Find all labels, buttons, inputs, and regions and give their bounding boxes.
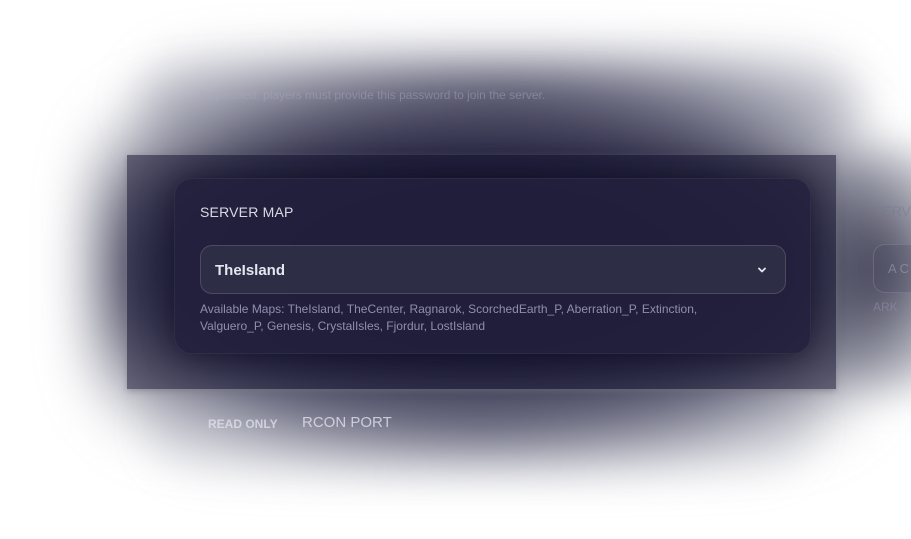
right-field-input[interactable]: A C	[873, 244, 911, 293]
right-field-help-text: ARK	[873, 300, 898, 314]
read-only-badge: READ ONLY	[208, 417, 278, 431]
password-help-text: If specified, players must provide this …	[199, 88, 546, 102]
server-map-card: SERVER MAP TheIsland Available Maps: The…	[174, 178, 811, 354]
right-field-label: SERV	[873, 203, 911, 219]
server-map-help-text: Available Maps: TheIsland, TheCenter, Ra…	[200, 302, 698, 333]
right-field-value: A C	[888, 261, 909, 276]
settings-screen: If specified, players must provide this …	[0, 0, 911, 539]
server-map-select[interactable]: TheIsland	[200, 245, 786, 294]
server-map-selected-value: TheIsland	[215, 262, 286, 279]
rcon-port-label: RCON PORT	[302, 414, 392, 431]
server-map-label: SERVER MAP	[200, 204, 294, 220]
chevron-down-icon	[758, 267, 766, 273]
